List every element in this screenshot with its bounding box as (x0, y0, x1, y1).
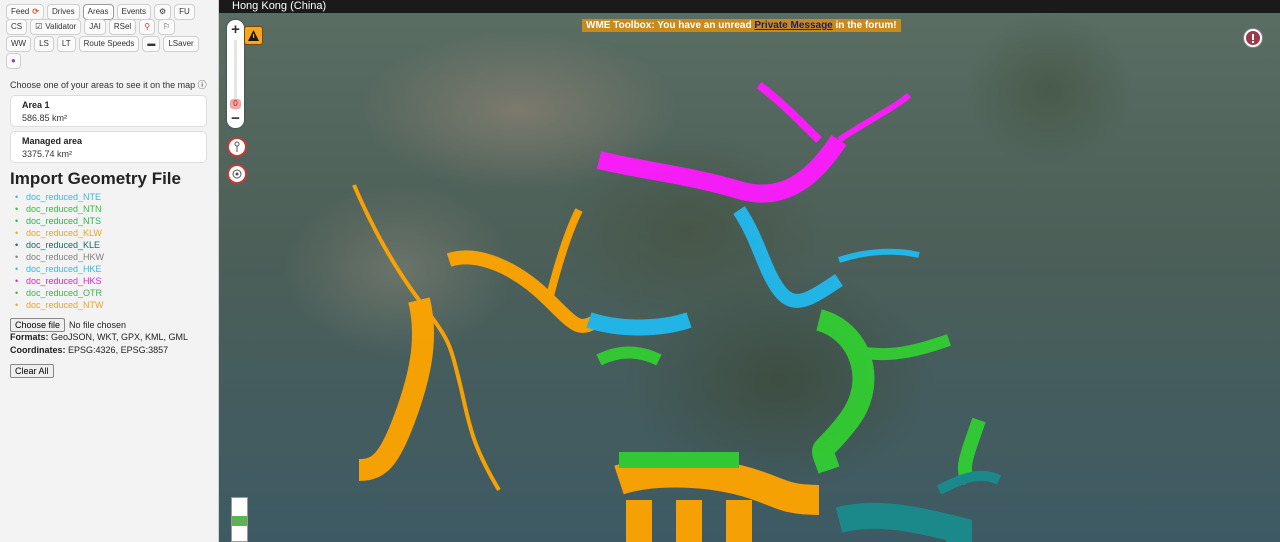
toolbar-row: Feed ⟳ Drives Areas Events ⚙ FU (6, 4, 195, 20)
tab-label: Route Speeds (83, 39, 135, 48)
car-icon: ▬ (147, 39, 156, 48)
area-size: 3375.74 km² (22, 149, 73, 159)
tab-label: LT (61, 39, 71, 48)
gear-icon: ⚙ (158, 7, 167, 16)
file-list-item[interactable]: doc_reduced_KLE (15, 239, 104, 251)
tab-route-speeds[interactable]: Route Speeds (78, 36, 140, 52)
file-list-item[interactable]: doc_reduced_KLW (15, 227, 104, 239)
private-message-link[interactable]: Private Message (754, 20, 832, 31)
coords-line: Coordinates: EPSG:4326, EPSG:3857 (10, 345, 168, 355)
tab-events[interactable]: Events (116, 4, 151, 20)
warning-icon[interactable] (244, 26, 263, 45)
tab-feed[interactable]: Feed ⟳ (6, 4, 44, 20)
formats-value: GeoJSON, WKT, GPX, KML, GML (51, 332, 189, 342)
choose-file-button[interactable]: Choose file (10, 318, 66, 332)
tab-label: Events (121, 7, 146, 16)
tab-label: WW (11, 39, 27, 48)
magenta-track-north (596, 81, 912, 203)
tab-validator[interactable]: ☑ Validator (30, 19, 82, 35)
tab-label: CS (11, 22, 23, 31)
tab-label: Feed (11, 7, 30, 16)
file-list-item[interactable]: doc_reduced_NTE (15, 191, 104, 203)
area-name: Area 1 (22, 100, 50, 110)
tab-label: Validator (45, 22, 77, 31)
tab-cs[interactable]: CS (6, 19, 28, 35)
map-canvas[interactable]: Hong Kong (China) WME Toolbox: You have … (219, 0, 1280, 542)
tab-label: Drives (51, 7, 75, 16)
file-list-item[interactable]: doc_reduced_HKW (15, 251, 104, 263)
geometry-file-list: doc_reduced_NTEdoc_reduced_NTNdoc_reduce… (15, 191, 104, 311)
runner-icon: ⚐ (163, 22, 171, 31)
tab-car-icon[interactable]: ▬ (142, 36, 161, 52)
tab-label: LSaver (168, 39, 194, 48)
tab-lt[interactable]: LT (56, 36, 76, 52)
area-size: 586.85 km² (22, 113, 68, 123)
toolbar-row: ● (6, 53, 21, 69)
area-card-area-1[interactable]: Area 1 586.85 km² (10, 95, 207, 127)
area-name: Managed area (22, 136, 83, 146)
import-title: Import Geometry File (10, 169, 181, 188)
tab-runner-icon[interactable]: ⚐ (158, 19, 176, 35)
tab-label: LS (39, 39, 49, 48)
no-file-text: No file chosen (69, 320, 127, 330)
tab-gear-icon[interactable]: ⚙ (153, 4, 172, 20)
tab-label: RSel (113, 22, 132, 31)
tab-drives[interactable]: Drives (46, 4, 80, 20)
formats-label: Formats: (10, 332, 49, 342)
clear-all-button[interactable]: Clear All (10, 364, 54, 378)
toolbox-banner: WME Toolbox: You have an unread Private … (582, 19, 901, 32)
location-label: Hong Kong (China) (232, 0, 327, 12)
sidebar: Feed ⟳ Drives Areas Events ⚙ FU CS ☑ Validator JAI… (0, 0, 219, 542)
refresh-icon: ⟳ (32, 7, 39, 16)
tab-plugin-icon[interactable]: ● (6, 53, 21, 69)
plugin-icon: ● (11, 56, 16, 65)
clear-wrap: Clear All (10, 364, 54, 378)
zoom-level-badge: 0 (230, 99, 241, 109)
tab-jai[interactable]: JAI (84, 19, 106, 35)
file-input-row: Choose file No file chosen (10, 318, 126, 332)
coords-label: Coordinates: (10, 345, 66, 355)
file-list-item[interactable]: doc_reduced_NTN (15, 203, 104, 215)
toolbar-row: CS ☑ Validator JAI RSel ⚲ ⚐ (6, 19, 176, 35)
tab-fu[interactable]: FU (174, 4, 195, 20)
tab-label: Areas (87, 7, 109, 16)
file-list-item[interactable]: doc_reduced_NTW (15, 299, 104, 311)
tab-lsaver[interactable]: LSaver (163, 36, 199, 52)
toolbar-row: WW LS LT Route Speeds ▬ LSaver (6, 36, 199, 52)
banner-text: WME Toolbox: You have an unread (586, 20, 755, 31)
areas-hint: Choose one of your areas to see it on th… (10, 78, 207, 91)
minimap-toggle[interactable] (231, 497, 248, 542)
tab-label: FU (179, 7, 190, 16)
checkbox-icon: ☑ (35, 22, 43, 31)
file-list-item[interactable]: doc_reduced_NTS (15, 215, 104, 227)
coords-value: EPSG:4326, EPSG:3857 (68, 345, 169, 355)
file-list-item[interactable]: doc_reduced_HKE (15, 263, 104, 275)
zoom-control: + 0 − (227, 20, 244, 128)
teal-track-south (835, 470, 1002, 542)
cyan-track-east (586, 206, 920, 336)
location-bar: Hong Kong (China) (219, 0, 1280, 13)
tab-ww[interactable]: WW (6, 36, 32, 52)
tab-ls[interactable]: LS (34, 36, 54, 52)
tab-pin-icon[interactable]: ⚲ (139, 19, 156, 35)
file-list-item[interactable]: doc_reduced_OTR (15, 287, 104, 299)
file-list-item[interactable]: doc_reduced_HKS (15, 275, 104, 287)
info-icon[interactable]: ⓘ (198, 80, 207, 90)
alert-icon[interactable] (1243, 28, 1263, 48)
areas-hint-text: Choose one of your areas to see it on th… (10, 80, 196, 90)
tab-areas[interactable]: Areas (82, 4, 114, 20)
zoom-out-button[interactable]: − (227, 110, 244, 127)
street-view-icon[interactable] (227, 137, 247, 157)
formats-line: Formats: GeoJSON, WKT, GPX, KML, GML (10, 332, 188, 342)
tab-rsel[interactable]: RSel (108, 19, 137, 35)
tab-label: JAI (89, 22, 101, 31)
green-track-southeast (596, 309, 986, 485)
pin-icon: ⚲ (144, 22, 151, 31)
banner-text-end: in the forum! (832, 20, 897, 31)
zoom-in-button[interactable]: + (227, 21, 244, 38)
area-card-managed[interactable]: Managed area 3375.74 km² (10, 131, 207, 163)
geolocate-icon[interactable] (227, 164, 247, 184)
map-overlay (352, 81, 1002, 542)
